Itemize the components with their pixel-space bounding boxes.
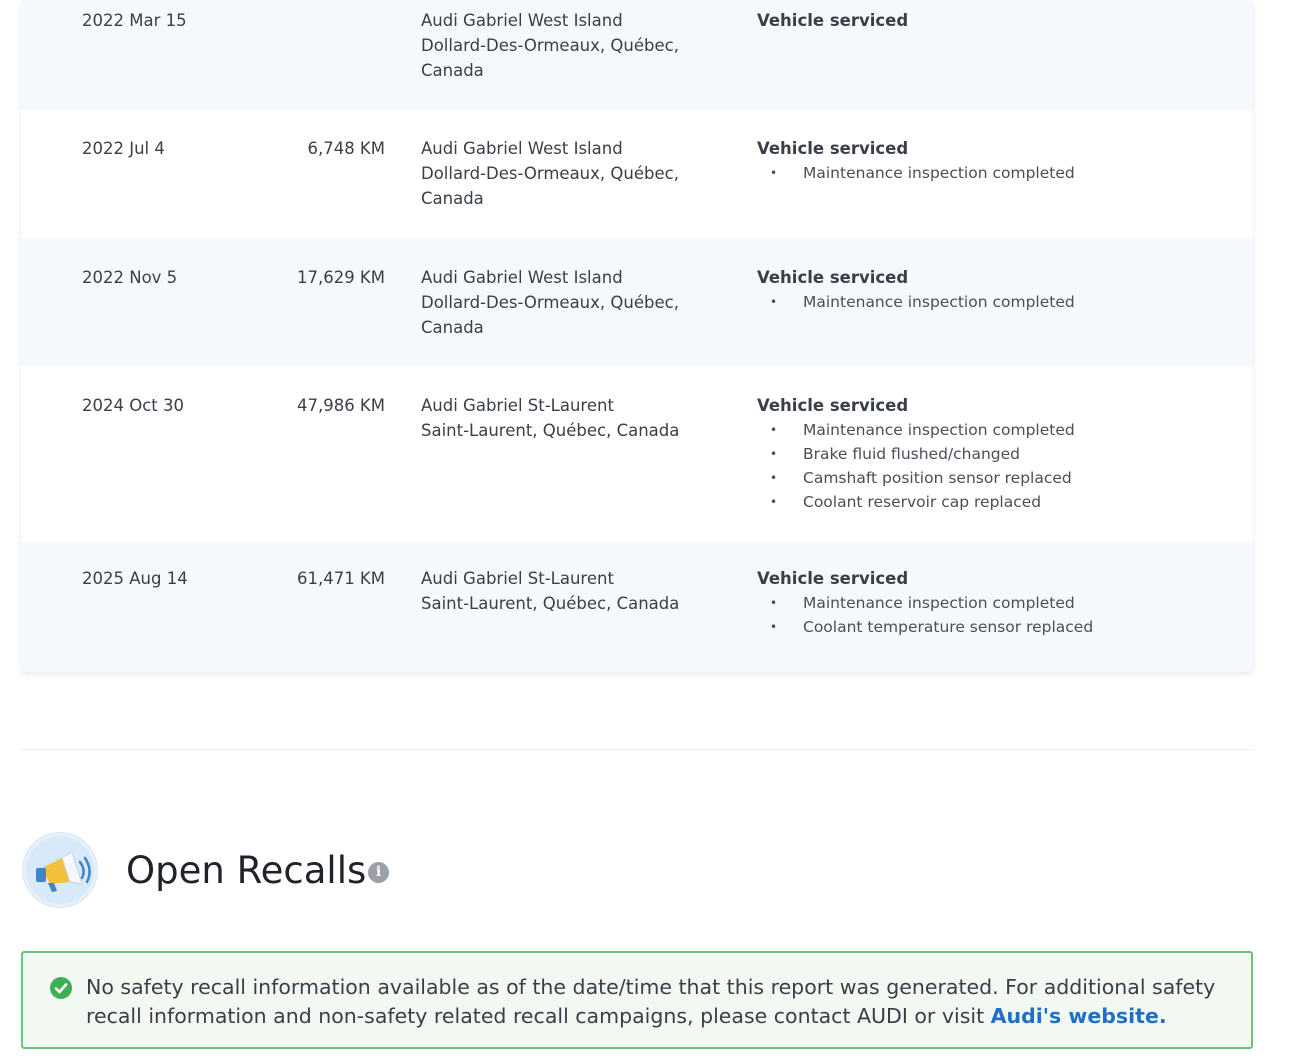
service-item: Maintenance inspection completed (757, 418, 1227, 442)
service-item: Coolant temperature sensor replaced (757, 615, 1227, 639)
odometer-reading: 47,986 KM (296, 396, 385, 415)
dealer-address-line: Dollard-Des-Ormeaux, Québec, (421, 36, 679, 55)
section-divider (21, 749, 1253, 750)
dealer-name: Audi Gabriel West Island (421, 268, 623, 287)
service-item: Coolant reservoir cap replaced (757, 490, 1227, 514)
service-details: Vehicle serviced Maintenance inspection … (757, 393, 1227, 514)
service-details: Vehicle serviced Maintenance inspection … (757, 265, 1227, 314)
service-item: Camshaft position sensor replaced (757, 466, 1227, 490)
odometer-reading: 17,629 KM (296, 268, 385, 287)
dealer-address-line: Canada (421, 318, 484, 337)
dealer-address-line: Saint-Laurent, Québec, Canada (421, 421, 680, 440)
dealer-name: Audi Gabriel St-Laurent (421, 569, 614, 588)
service-location: Audi Gabriel St-Laurent Saint-Laurent, Q… (421, 393, 721, 443)
service-items-list: Maintenance inspection completed (757, 290, 1227, 314)
service-title: Vehicle serviced (757, 139, 909, 158)
service-items-list: Maintenance inspection completed (757, 161, 1227, 185)
service-location: Audi Gabriel West Island Dollard-Des-Orm… (421, 8, 721, 83)
service-details: Vehicle serviced Maintenance inspection … (757, 136, 1227, 185)
service-title: Vehicle serviced (757, 569, 909, 588)
dealer-name: Audi Gabriel West Island (421, 11, 623, 30)
table-row: 2024 Oct 30 47,986 KM Audi Gabriel St-La… (21, 366, 1253, 542)
service-item: Maintenance inspection completed (757, 161, 1227, 185)
service-location: Audi Gabriel West Island Dollard-Des-Orm… (421, 265, 721, 340)
recall-notice-text: No safety recall information available a… (86, 973, 1226, 1031)
dealer-address-line: Saint-Laurent, Québec, Canada (421, 594, 680, 613)
service-item: Maintenance inspection completed (757, 290, 1227, 314)
check-circle-icon (50, 977, 72, 999)
megaphone-icon (22, 832, 98, 908)
odometer-reading: 61,471 KM (296, 569, 385, 588)
dealer-address-line: Dollard-Des-Ormeaux, Québec, (421, 164, 679, 183)
service-date: 2024 Oct 30 (82, 396, 185, 415)
dealer-address-line: Dollard-Des-Ormeaux, Québec, (421, 293, 679, 312)
dealer-name: Audi Gabriel West Island (421, 139, 623, 158)
dealer-name: Audi Gabriel St-Laurent (421, 396, 614, 415)
service-date: 2022 Nov 5 (82, 268, 178, 287)
service-item: Brake fluid flushed/changed (757, 442, 1227, 466)
info-icon[interactable]: i (368, 862, 389, 883)
dealer-address-line: Canada (421, 189, 484, 208)
table-row: 2022 Mar 15 Audi Gabriel West Island Dol… (21, 0, 1253, 110)
service-title: Vehicle serviced (757, 11, 909, 30)
service-items-list: Maintenance inspection completed Coolant… (757, 591, 1227, 639)
table-row: 2025 Aug 14 61,471 KM Audi Gabriel St-La… (21, 542, 1253, 672)
audi-website-link[interactable]: Audi's website. (991, 1004, 1167, 1028)
odometer-reading: 6,748 KM (307, 139, 385, 158)
service-location: Audi Gabriel St-Laurent Saint-Laurent, Q… (421, 566, 721, 616)
service-title: Vehicle serviced (757, 396, 909, 415)
service-history-card: 2022 Mar 15 Audi Gabriel West Island Dol… (21, 0, 1253, 672)
service-details: Vehicle serviced (757, 8, 1227, 33)
dealer-address-line: Canada (421, 61, 484, 80)
service-item: Maintenance inspection completed (757, 591, 1227, 615)
table-row: 2022 Nov 5 17,629 KM Audi Gabriel West I… (21, 238, 1253, 366)
service-location: Audi Gabriel West Island Dollard-Des-Orm… (421, 136, 721, 211)
service-items-list: Maintenance inspection completed Brake f… (757, 418, 1227, 514)
service-date: 2022 Mar 15 (82, 11, 187, 30)
service-date: 2025 Aug 14 (82, 569, 188, 588)
service-title: Vehicle serviced (757, 268, 909, 287)
table-row: 2022 Jul 4 6,748 KM Audi Gabriel West Is… (21, 110, 1253, 238)
open-recalls-heading: Open Recalls (126, 849, 367, 892)
recall-status-notice: No safety recall information available a… (21, 951, 1253, 1049)
service-date: 2022 Jul 4 (82, 139, 165, 158)
service-details: Vehicle serviced Maintenance inspection … (757, 566, 1227, 639)
